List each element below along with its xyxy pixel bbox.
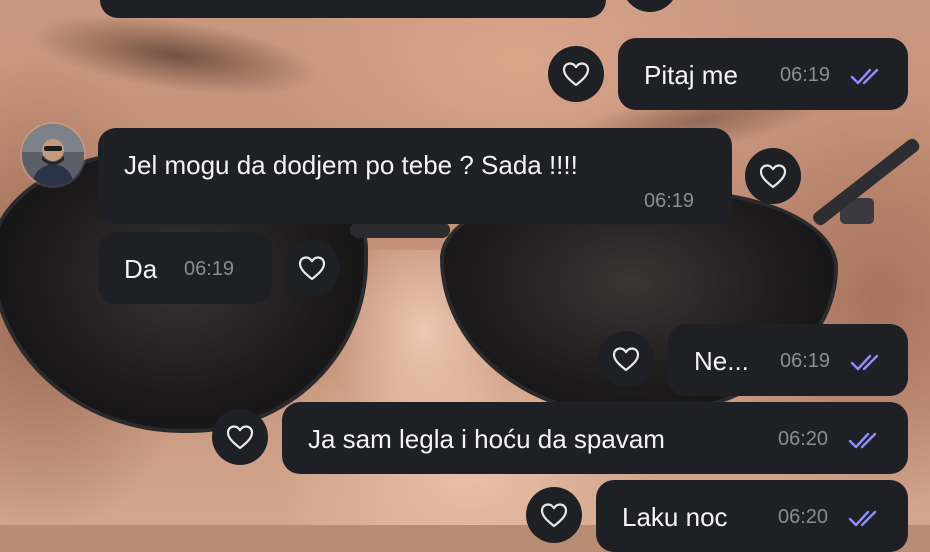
heart-icon[interactable]: [598, 331, 654, 387]
message-bubble-incoming[interactable]: Jel mogu da dodjem po tebe ? Sada !!!! 0…: [98, 128, 732, 224]
message-text: Ne...: [694, 346, 749, 376]
message-bubble-previous[interactable]: [100, 0, 606, 18]
double-check-icon: [848, 432, 877, 449]
message-text: Ja sam legla i hoću da spavam: [308, 424, 665, 454]
message-time: 06:19: [780, 64, 831, 86]
message-bubble-outgoing[interactable]: Laku noc 06:20: [596, 480, 908, 552]
message-time: 06:20: [778, 506, 829, 528]
message-text: Da: [124, 254, 158, 284]
heart-icon[interactable]: [284, 240, 340, 296]
message-bubble-outgoing[interactable]: Ja sam legla i hoću da spavam 06:20: [282, 402, 908, 474]
double-check-icon: [850, 354, 879, 371]
heart-icon[interactable]: [745, 148, 801, 204]
double-check-icon: [850, 68, 879, 85]
message-time: 06:20: [778, 428, 829, 450]
message-bubble-incoming[interactable]: Da 06:19: [98, 232, 272, 304]
message-text: Laku noc: [622, 502, 728, 532]
message-text: Jel mogu da dodjem po tebe ? Sada !!!!: [124, 150, 578, 180]
message-bubble-outgoing[interactable]: Ne... 06:19: [668, 324, 908, 396]
message-time: 06:19: [780, 350, 831, 372]
message-text: Pitaj me: [644, 60, 738, 90]
heart-icon[interactable]: [526, 487, 582, 543]
heart-icon[interactable]: [212, 409, 268, 465]
heart-icon[interactable]: [548, 46, 604, 102]
contact-avatar[interactable]: [22, 124, 84, 186]
double-check-icon: [848, 510, 877, 527]
message-bubble-outgoing[interactable]: Pitaj me 06:19: [618, 38, 908, 110]
photo-sunglasses-bridge: [350, 222, 450, 238]
message-time: 06:19: [644, 190, 695, 212]
message-time: 06:19: [184, 258, 235, 280]
